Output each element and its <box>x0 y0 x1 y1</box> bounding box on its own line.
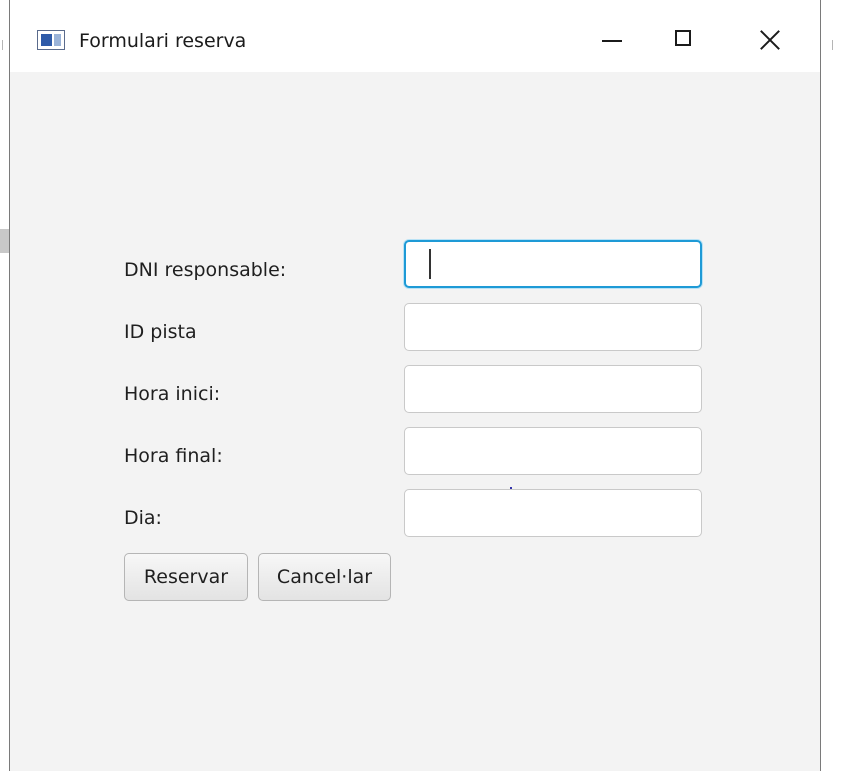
background-scroll-thumb <box>0 229 9 253</box>
window-title: Formulari reserva <box>79 30 247 52</box>
background-window-strip <box>0 0 9 771</box>
dia-label: Dia: <box>124 507 162 529</box>
background-tick-mark <box>832 40 833 50</box>
hora-inici-input[interactable] <box>404 365 702 413</box>
hora-final-label: Hora final: <box>124 445 223 467</box>
app-window-icon <box>37 30 65 50</box>
dni-responsable-label: DNI responsable: <box>124 259 287 281</box>
cancel-button[interactable]: Cancel·lar <box>258 553 391 601</box>
title-bar[interactable]: Formulari reserva <box>10 0 820 72</box>
maximize-button[interactable] <box>655 18 705 62</box>
hora-final-input[interactable] <box>404 427 702 475</box>
maximize-icon <box>675 30 691 46</box>
dni-responsable-input[interactable] <box>404 240 702 288</box>
window-right-border <box>820 0 821 771</box>
stray-pixel <box>510 487 512 489</box>
hora-inici-label: Hora inici: <box>124 383 221 405</box>
minimize-button[interactable] <box>595 18 645 62</box>
id-pista-input[interactable] <box>404 303 702 351</box>
id-pista-label: ID pista <box>124 321 197 343</box>
dia-input[interactable] <box>404 489 702 537</box>
background-tick-mark <box>2 40 3 50</box>
text-caret <box>429 249 431 279</box>
close-button[interactable] <box>745 18 795 62</box>
reservar-button[interactable]: Reservar <box>124 553 248 601</box>
minimize-icon <box>602 40 622 42</box>
